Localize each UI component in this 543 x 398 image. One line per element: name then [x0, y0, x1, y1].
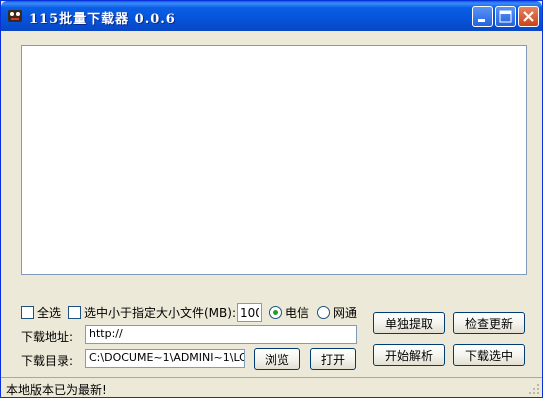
window-title: 115批量下载器 0.0.6 [29, 12, 176, 27]
select-smaller-label: 选中小于指定大小文件(MB): [84, 306, 236, 320]
close-icon [523, 11, 534, 22]
check-update-button[interactable]: 检查更新 [453, 312, 525, 334]
status-text: 本地版本已为最新! [6, 383, 107, 397]
url-input[interactable]: http:// [85, 325, 357, 344]
checkbox-box[interactable] [21, 306, 34, 319]
start-parse-button[interactable]: 开始解析 [373, 344, 445, 366]
resize-grip-icon[interactable] [528, 383, 540, 395]
isp-netcom-label: 网通 [333, 306, 358, 320]
extract-single-button[interactable]: 单独提取 [373, 312, 445, 334]
minimize-icon [478, 19, 485, 22]
size-limit-input[interactable] [237, 303, 262, 322]
minimize-button[interactable] [472, 6, 493, 27]
browse-button[interactable]: 浏览 [254, 348, 300, 370]
maximize-button[interactable] [495, 6, 516, 27]
open-button[interactable]: 打开 [310, 348, 356, 370]
main-window: 115批量下载器 0.0.6 全选 选中小于指定大小文件(MB): 电 [0, 0, 543, 398]
maximize-icon [499, 10, 512, 23]
radio-dot-selected[interactable] [269, 306, 282, 319]
isp-telecom-radio[interactable]: 电信 [269, 304, 309, 321]
select-smaller-checkbox[interactable]: 选中小于指定大小文件(MB): [68, 304, 236, 321]
download-selected-button[interactable]: 下载选中 [453, 344, 525, 366]
app-icon [8, 10, 22, 22]
select-all-checkbox[interactable]: 全选 [21, 304, 61, 321]
checkbox-box[interactable] [68, 306, 81, 319]
close-button[interactable] [518, 6, 539, 27]
dir-input[interactable]: C:\DOCUME~1\ADMINI~1\LOC [85, 349, 245, 368]
isp-netcom-radio[interactable]: 网通 [317, 304, 357, 321]
status-bar: 本地版本已为最新! [1, 377, 542, 397]
title-bar[interactable]: 115批量下载器 0.0.6 [1, 1, 542, 31]
radio-dot[interactable] [317, 306, 330, 319]
isp-telecom-label: 电信 [285, 306, 310, 320]
select-all-label: 全选 [37, 306, 62, 320]
file-list[interactable] [21, 45, 527, 275]
dir-label: 下载目录: [21, 354, 74, 368]
url-label: 下载地址: [21, 330, 74, 344]
